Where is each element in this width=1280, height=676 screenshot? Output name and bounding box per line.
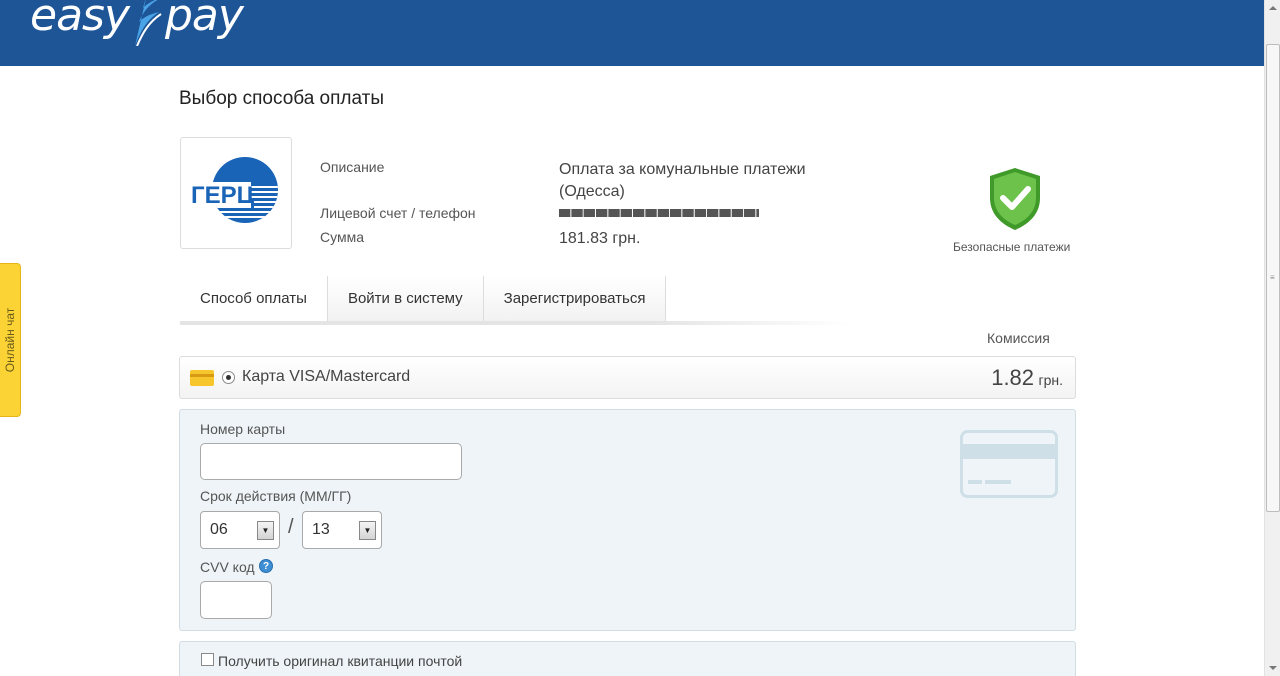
online-chat-label: Онлайн чат xyxy=(3,307,17,373)
expiry-label: Срок действия (ММ/ГГ) xyxy=(200,488,352,504)
secure-shield-icon xyxy=(990,168,1040,230)
tabs-underline xyxy=(180,321,850,325)
tab-login[interactable]: Войти в систему xyxy=(327,276,484,322)
commission-header: Комиссия xyxy=(987,330,1050,346)
scroll-down-arrow-icon[interactable] xyxy=(1265,660,1280,676)
scroll-thumb[interactable]: ≡ xyxy=(1266,44,1280,512)
online-chat-tab[interactable]: Онлайн чат xyxy=(0,263,21,417)
logo-text-right: pay xyxy=(165,0,244,41)
card-number-input[interactable] xyxy=(200,443,462,480)
fee-value: 1.82 xyxy=(991,365,1035,390)
fee-currency: грн. xyxy=(1038,372,1063,388)
cvv-label: CVV код xyxy=(200,559,255,575)
account-value: █████████████████ xyxy=(559,209,759,217)
card-number-label: Номер карты xyxy=(200,421,286,437)
method-label: Карта VISA/Mastercard xyxy=(242,368,411,385)
cvv-help-icon[interactable]: ? xyxy=(259,559,273,573)
amount-value: 181.83 грн. xyxy=(559,230,641,247)
tab-register[interactable]: Зарегистрироваться xyxy=(483,276,667,322)
expiry-separator: / xyxy=(288,516,294,538)
page-title: Выбор способа оплаты xyxy=(179,88,385,109)
tab-payment-method[interactable]: Способ оплаты xyxy=(180,276,328,322)
expiry-month-select[interactable]: 06 ▼ xyxy=(200,511,280,549)
expiry-year-value: 13 xyxy=(312,521,330,538)
year-dropdown-arrow-icon[interactable]: ▼ xyxy=(359,521,376,540)
cvv-input[interactable] xyxy=(200,581,272,619)
commission-fee: 1.82 грн. xyxy=(991,365,1063,391)
merchant-logo: ГЕРЦ xyxy=(180,137,292,249)
receipt-checkbox[interactable] xyxy=(201,653,214,666)
site-header: easy pay xyxy=(0,0,1264,66)
receipt-by-mail-row: Получить оригинал квитанции почтой xyxy=(179,641,1076,676)
card-icon xyxy=(190,370,214,386)
secure-payments-label: Безопасные платежи xyxy=(953,240,1071,254)
auth-tabs: Способ оплаты Войти в систему Зарегистри… xyxy=(180,276,667,324)
account-label: Лицевой счет / телефон xyxy=(320,205,476,221)
payment-method-visa-mastercard[interactable]: Карта VISA/Mastercard 1.82 грн. xyxy=(179,356,1076,399)
receipt-label[interactable]: Получить оригинал квитанции почтой xyxy=(218,653,462,669)
gerc-logo-icon: ГЕРЦ xyxy=(191,157,278,223)
month-dropdown-arrow-icon[interactable]: ▼ xyxy=(257,521,274,540)
merchant-logo-text: ГЕРЦ xyxy=(191,182,255,209)
card-details-form: Номер карты Срок действия (ММ/ГГ) 06 ▼ /… xyxy=(179,409,1076,631)
logo-text-left: easy xyxy=(30,0,130,41)
expiry-month-value: 06 xyxy=(210,521,228,538)
description-label: Описание xyxy=(320,159,385,175)
bank-card-illustration-icon xyxy=(960,430,1058,498)
expiry-year-select[interactable]: 13 ▼ xyxy=(302,511,382,549)
method-radio[interactable] xyxy=(222,371,235,384)
page-scrollbar[interactable]: ≡ xyxy=(1264,0,1280,676)
easypay-logo[interactable]: easy pay xyxy=(30,0,244,46)
scroll-grip-icon: ≡ xyxy=(1270,273,1275,282)
scroll-up-arrow-icon[interactable] xyxy=(1265,0,1280,16)
description-value: Оплата за комунальные платежи (Одесса) xyxy=(559,161,806,200)
amount-label: Сумма xyxy=(320,229,364,245)
logo-bird-icon xyxy=(135,0,162,46)
